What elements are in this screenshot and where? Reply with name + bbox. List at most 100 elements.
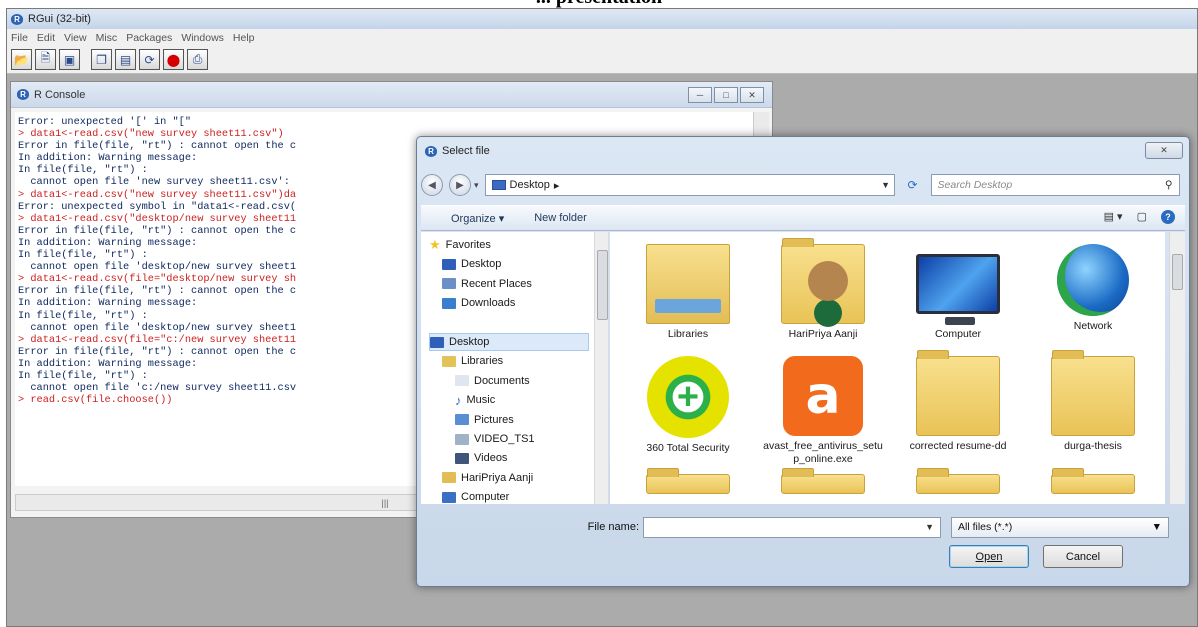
file-item-label: HariPriya Aanji: [788, 328, 858, 340]
file-item[interactable]: [628, 468, 748, 498]
paste-icon[interactable]: ▤: [115, 49, 136, 70]
search-input[interactable]: Search Desktop ⚲: [930, 174, 1180, 196]
save-icon[interactable]: ▣: [59, 49, 80, 70]
file-type-select[interactable]: All files (*.*) ▼: [951, 516, 1169, 538]
file-item[interactable]: durga-thesis: [1033, 350, 1153, 453]
close-button[interactable]: ✕: [740, 87, 764, 103]
file-item-label: corrected resume-dd: [909, 440, 1007, 452]
dialog-titlebar[interactable]: R Select file: [425, 145, 490, 157]
page-caption: ... presentation: [0, 0, 1198, 8]
menu-windows[interactable]: Windows: [181, 32, 224, 44]
minimize-button[interactable]: ─: [688, 87, 712, 103]
nav-item[interactable]: ★ Favorites: [429, 236, 589, 254]
dialog-title: Select file: [442, 145, 490, 157]
chevron-down-icon: ▼: [1151, 521, 1162, 533]
breadcrumb-arrow-icon[interactable]: ▸: [554, 179, 560, 192]
copy-icon[interactable]: ❐: [91, 49, 112, 70]
file-item[interactable]: Libraries: [628, 244, 748, 341]
nav-item[interactable]: Pictures: [455, 411, 589, 429]
file-item-label: Computer: [934, 328, 982, 340]
load-workspace-icon[interactable]: 🗎: [35, 49, 56, 70]
pictures-icon: [455, 414, 469, 426]
menu-packages[interactable]: Packages: [126, 32, 172, 44]
file-item[interactable]: [898, 468, 1018, 498]
address-dropdown-icon[interactable]: ▼: [878, 180, 894, 190]
desktop-icon: [491, 180, 506, 190]
new-folder-button[interactable]: New folder: [534, 212, 587, 224]
app-titlebar[interactable]: R RGui (32-bit): [7, 9, 1197, 29]
nav-item[interactable]: VIDEO_TS1: [455, 430, 589, 448]
open-button[interactable]: Open: [949, 545, 1029, 568]
menu-misc[interactable]: Misc: [96, 32, 118, 44]
nav-item-label: Videos: [474, 452, 508, 465]
user-folder-icon: [442, 472, 456, 484]
console-title: R Console: [34, 88, 86, 101]
file-item-label: Libraries: [667, 328, 709, 340]
refresh-icon[interactable]: ⟳: [901, 174, 925, 196]
file-item[interactable]: corrected resume-dd: [898, 350, 1018, 453]
nav-item[interactable]: Libraries: [442, 352, 589, 370]
nav-item-label: VIDEO_TS1: [474, 433, 535, 445]
command-bar: Organize ▾ New folder ▤ ▾ ▢ ?: [421, 205, 1185, 231]
libraries-icon: [646, 244, 730, 324]
recent-locations-icon[interactable]: ▾: [474, 180, 479, 191]
console-line: Error: unexpected '[' in "[": [18, 116, 192, 128]
file-item[interactable]: Network: [1033, 244, 1153, 333]
r-logo-icon: R: [17, 89, 29, 100]
file-item[interactable]: +360 Total Security: [628, 356, 748, 455]
file-list-scrollbar[interactable]: [1169, 232, 1185, 504]
menu-edit[interactable]: Edit: [37, 32, 55, 44]
address-bar[interactable]: Desktop ▸ ▼: [484, 174, 895, 196]
downloads-icon: [442, 297, 456, 309]
search-icon: ⚲: [1164, 179, 1173, 191]
file-item[interactable]: a avast_free_antivirus_setup_online.exe: [763, 356, 883, 466]
print-icon[interactable]: ⎙: [187, 49, 208, 70]
open-script-icon[interactable]: 📂: [11, 49, 32, 70]
nav-item[interactable]: Desktop: [429, 333, 589, 351]
folder-icon: [781, 468, 865, 494]
view-options-icon[interactable]: ▤ ▾: [1104, 210, 1123, 224]
menu-view[interactable]: View: [64, 32, 87, 44]
navigation-scroll-thumb[interactable]: [597, 250, 608, 320]
file-list: Libraries HariPriya Aanji Computer Network +…: [610, 232, 1165, 504]
console-titlebar[interactable]: R R Console ─ □ ✕: [11, 82, 772, 108]
stop-icon[interactable]: ⬤: [163, 49, 184, 70]
file-item[interactable]: HariPriya Aanji: [763, 238, 883, 341]
nav-item[interactable]: Desktop: [442, 255, 589, 273]
file-list-scroll-thumb[interactable]: [1172, 254, 1183, 290]
video-folder-icon: [455, 433, 469, 445]
forward-button[interactable]: ▶: [449, 174, 471, 196]
menu-file[interactable]: File: [11, 32, 28, 44]
nav-item-label: Downloads: [461, 297, 516, 310]
file-item-label: 360 Total Security: [646, 442, 730, 454]
refresh-icon[interactable]: ⟳: [139, 49, 160, 70]
nav-item[interactable]: Documents: [455, 372, 589, 390]
preview-pane-icon[interactable]: ▢: [1137, 210, 1147, 224]
nav-item[interactable]: HariPriya Aanji: [442, 469, 589, 487]
menu-help[interactable]: Help: [233, 32, 255, 44]
cancel-button[interactable]: Cancel: [1043, 545, 1123, 568]
nav-item[interactable]: Videos: [455, 449, 589, 467]
file-name-dropdown-icon[interactable]: ▼: [925, 522, 934, 532]
nav-item[interactable]: Recent Places: [442, 275, 589, 293]
file-name-row: File name: ▼ All files (*.*) ▼: [421, 515, 1185, 539]
help-icon[interactable]: ?: [1161, 210, 1175, 224]
nav-item-label: Music: [466, 394, 496, 407]
back-button[interactable]: ◀: [421, 174, 443, 196]
navigation-scrollbar[interactable]: [594, 232, 608, 504]
file-item[interactable]: Computer: [898, 244, 1018, 341]
file-item[interactable]: [1033, 468, 1153, 498]
nav-item[interactable]: ♪ Music: [455, 391, 589, 409]
file-item-label: durga-thesis: [1064, 440, 1122, 452]
file-name-input[interactable]: ▼: [643, 516, 941, 538]
nav-item-label: Desktop: [461, 258, 502, 271]
organize-button[interactable]: Organize ▾: [451, 212, 504, 225]
nav-item[interactable]: Computer: [442, 488, 589, 504]
file-item-label: Network: [1073, 320, 1113, 332]
dialog-close-button[interactable]: ✕: [1145, 142, 1183, 159]
maximize-button[interactable]: □: [714, 87, 738, 103]
nav-item-label: Favorites: [445, 239, 491, 251]
file-item[interactable]: [763, 468, 883, 498]
nav-item[interactable]: Downloads: [442, 294, 589, 312]
